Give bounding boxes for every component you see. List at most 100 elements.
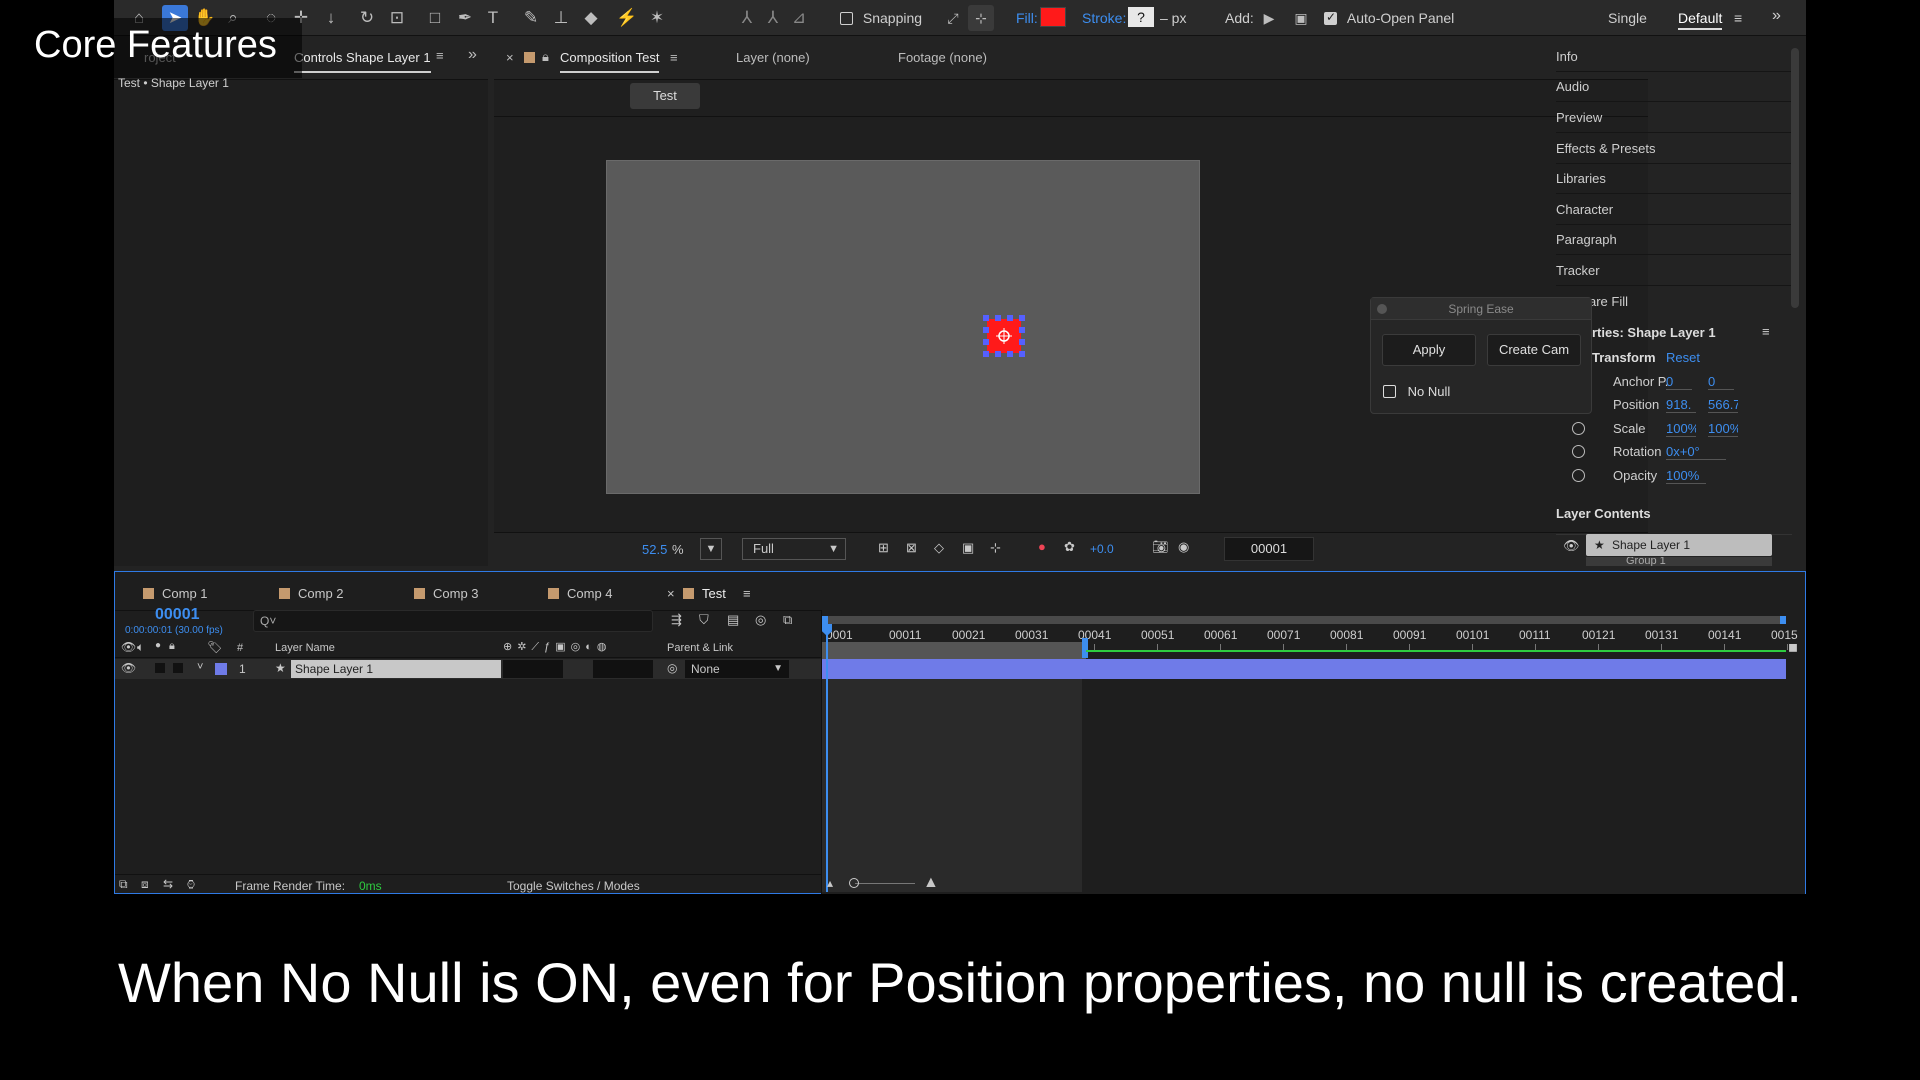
layer-row[interactable]: 👁︎ ˅ 1 ★ Shape Layer 1 ◎ None ▼ [115,659,821,679]
stopwatch-opacity-icon[interactable] [1572,469,1585,482]
show-snapshot-icon[interactable]: ◉ [1178,539,1189,555]
stroke-width-value[interactable]: – px [1160,10,1186,26]
panel-character[interactable]: Character [1556,195,1796,225]
type-tool-icon[interactable]: T [480,5,506,31]
layer-contents-subitem[interactable]: Group 1 [1586,557,1772,566]
region-of-interest-icon[interactable]: ⊞ [878,540,889,556]
tab-footage[interactable]: Footage (none) [898,50,987,65]
eraser-tool-icon[interactable]: ◆ [578,5,604,31]
column-layer-name[interactable]: Layer Name [275,642,335,654]
layer-duration-bar[interactable] [822,659,1786,679]
hide-shy-layers-icon[interactable]: ▤ [727,612,739,628]
panel-tracker[interactable]: Tracker [1556,256,1796,286]
layer-name[interactable]: Shape Layer 1 [291,660,501,678]
workspace-default[interactable]: Default [1678,10,1723,30]
panel-info[interactable]: Info [1556,42,1796,72]
timeline-graph-area[interactable]: 0001 00011 00021 00031 00041 00051 00061 00071 0… [821,610,1805,894]
auto-open-checkbox[interactable] [1324,10,1337,25]
current-timecode[interactable]: 00001 [1224,537,1314,561]
prop-rotation-value[interactable]: 0x+0° [1666,444,1726,460]
auto-open-panel-toggle[interactable]: Auto-Open Panel [1324,10,1454,26]
pick-whip-icon[interactable]: ◎ [667,661,677,675]
axis-local-icon[interactable]: ⅄ [734,5,760,31]
reset-exposure-icon[interactable]: ✿ [1064,539,1075,555]
timeline-tab-comp1[interactable]: Comp 1 [143,586,208,601]
timeline-tab-comp4[interactable]: Comp 4 [548,586,613,601]
label-tag-icon[interactable]: 🏷︎ [207,640,222,654]
parent-select[interactable]: None ▼ [685,660,789,678]
comp-breadcrumb-button[interactable]: Test [630,83,700,109]
comp-mini-flowchart-icon[interactable]: ⇶ [671,612,682,628]
axis-view-icon[interactable]: ⊿ [786,5,812,31]
stopwatch-rotation-icon[interactable] [1572,445,1585,458]
fill-swatch[interactable] [1040,7,1066,27]
layer-switches-pane-icon[interactable]: ⧉ [119,877,128,892]
work-area-end-handle[interactable] [1082,638,1088,658]
brush-tool-icon[interactable]: ✎ [518,5,544,31]
navigator-start-handle[interactable] [822,616,828,624]
snap-edges-icon[interactable]: ⤢ [940,5,966,31]
prop-anchor-y[interactable]: 0 [1708,374,1734,390]
playhead-line[interactable] [826,624,828,892]
solo-icon[interactable]: ● [155,640,161,651]
snapshot-camera-icon[interactable]: 📷︎ [1152,539,1169,555]
zoom-out-mountain-icon[interactable]: ▴ [827,876,833,890]
mask-visibility-icon[interactable]: ◇ [934,540,944,556]
tab-effect-controls[interactable]: Controls Shape Layer 1 [294,50,431,73]
stroke-swatch[interactable]: ? [1128,7,1154,27]
snapping-toggle[interactable]: Snapping [840,10,922,26]
create-cam-button[interactable]: Create Cam [1487,334,1581,366]
spring-ease-titlebar[interactable]: Spring Ease [1371,298,1591,320]
add-play-icon[interactable]: ▶ [1256,5,1282,31]
timeline-current-time[interactable]: 00001 [155,606,200,624]
layer-expand-chevron-icon[interactable]: ˅ [197,661,203,673]
prop-position-x[interactable]: 918. [1666,397,1696,413]
comp-panel-menu-icon[interactable]: ≡ [670,50,678,65]
timeline-tab-comp3[interactable]: Comp 3 [414,586,479,601]
work-area-bar[interactable] [822,642,1086,659]
workspace-single[interactable]: Single [1608,10,1647,26]
panel-paragraph[interactable]: Paragraph [1556,225,1796,255]
panel-content-aware-fill[interactable]: nt-Aware Fill [1556,287,1796,317]
right-panel-scrollbar[interactable] [1791,48,1799,308]
layer-label-color[interactable] [215,663,227,675]
workspace-menu-icon[interactable]: ≡ [1734,10,1742,26]
frame-blending-icon[interactable]: ◎ [755,612,766,628]
timeline-tab-close-icon[interactable]: × [667,586,675,601]
prop-opacity-value[interactable]: 100% [1666,468,1706,484]
lock-column-icon[interactable]: 🔒︎ [169,640,175,653]
graph-editor-icon[interactable]: ⧉ [783,612,792,628]
guides-icon[interactable]: ▣ [962,540,974,556]
color-channels-icon[interactable]: ● [1038,539,1046,554]
panel-overflow-icon[interactable]: » [468,46,477,64]
snap-features-icon[interactable]: ⊹ [968,5,994,31]
no-null-checkbox[interactable] [1383,385,1396,398]
panel-menu-icon[interactable]: ≡ [436,48,444,63]
reset-link[interactable]: Reset [1666,350,1700,365]
apply-button[interactable]: Apply [1382,334,1476,366]
transfer-controls-icon[interactable]: ⧈ [141,877,149,892]
zoom-slider-track[interactable] [855,883,915,884]
timeline-menu-icon[interactable]: ≡ [743,586,751,601]
composition-canvas[interactable] [606,160,1200,494]
comp-marker-bin-icon[interactable]: ◼ [1788,640,1798,654]
snapping-checkbox[interactable] [840,12,853,25]
timeline-search-input[interactable]: Q˅ [253,610,653,632]
prop-position-y[interactable]: 566.7 [1708,397,1738,413]
layer-contents-item[interactable]: ★ Shape Layer 1 [1586,534,1772,556]
zoom-dropdown-chevron-icon[interactable]: ▼ [700,538,722,560]
timeline-tab-comp2[interactable]: Comp 2 [279,586,344,601]
layer-lock-box[interactable] [173,663,183,673]
prop-scale-y[interactable]: 100% [1708,421,1738,437]
no-null-option[interactable]: No Null [1383,384,1450,399]
close-tab-icon[interactable]: × [506,50,514,65]
audio-icon[interactable]: 🔈︎ [137,640,144,655]
rectangle-tool-icon[interactable]: □ [422,5,448,31]
draft-3d-icon[interactable]: ⛉ [699,612,709,628]
panel-preview[interactable]: Preview [1556,103,1796,133]
tab-composition[interactable]: Composition Test [560,50,660,73]
axis-world-icon[interactable]: ⅄ [760,5,786,31]
workspace-overflow-icon[interactable]: » [1772,7,1781,25]
rotate-tool-icon[interactable]: ↻ [354,5,380,31]
panel-effects-presets[interactable]: Effects & Presets [1556,134,1796,164]
